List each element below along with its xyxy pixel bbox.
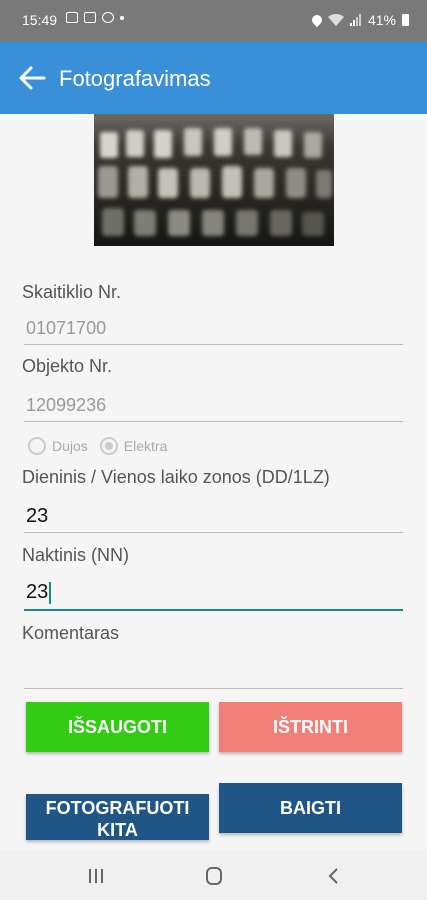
meter-photo: [94, 114, 334, 246]
meter-type-radio-group: Dujos Elektra: [28, 437, 167, 455]
meter-number-field: 01071700: [26, 318, 107, 338]
location-icon: [309, 12, 325, 28]
object-number-label: Objekto Nr.: [22, 356, 113, 376]
night-reading-underline: [24, 609, 403, 611]
status-time: 15:49: [22, 12, 58, 28]
radio-gas[interactable]: [28, 437, 46, 455]
wifi-icon: [327, 14, 344, 26]
app-notification-icon: [102, 12, 114, 23]
day-reading-input[interactable]: 23: [26, 505, 48, 528]
radio-gas-label: Dujos: [52, 438, 88, 454]
day-reading-underline: [24, 532, 403, 533]
system-nav-bar: [0, 850, 427, 900]
comment-label: Komentaras: [22, 623, 120, 643]
app-bar: Fotografavimas: [0, 42, 427, 114]
day-reading-label: Dieninis / Vienos laiko zonos (DD/1LZ): [22, 467, 330, 487]
comment-underline: [24, 688, 403, 689]
radio-electricity-label: Elektra: [123, 438, 168, 454]
meter-number-underline: [24, 344, 403, 345]
photograph-other-button[interactable]: FOTOGRAFUOTI KITA: [26, 794, 209, 840]
back-arrow-icon[interactable]: [18, 64, 46, 92]
meter-number-label: Skaitiklio Nr.: [22, 282, 122, 302]
save-button[interactable]: IŠSAUGOTI: [26, 702, 209, 752]
more-notifications-icon: [120, 15, 124, 20]
night-reading-label: Naktinis (NN): [22, 545, 130, 565]
status-bar: 15:49 41%: [0, 0, 427, 42]
finish-button[interactable]: BAIGTI: [219, 783, 402, 833]
back-icon[interactable]: [324, 867, 344, 885]
delete-button[interactable]: IŠTRINTI: [219, 702, 402, 752]
recent-apps-icon[interactable]: [86, 867, 106, 885]
radio-electricity[interactable]: [99, 437, 118, 455]
page-title: Fotografavimas: [59, 66, 211, 91]
battery-icon: [402, 14, 409, 26]
object-number-field: 12099236: [26, 395, 107, 415]
gallery-notification-icon: [66, 12, 78, 23]
text-cursor: [49, 581, 52, 604]
signal-icon: [349, 14, 361, 26]
photo-notification-icon: [84, 12, 96, 23]
object-number-underline: [24, 421, 403, 422]
home-icon[interactable]: [204, 867, 224, 885]
night-reading-input[interactable]: 23: [26, 581, 48, 603]
meter-photo-image: [94, 114, 334, 246]
battery-percent: 41%: [367, 12, 396, 28]
